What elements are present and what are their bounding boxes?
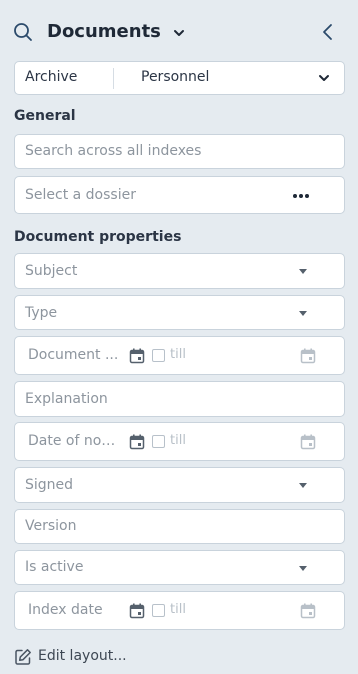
- calendar-icon[interactable]: [300, 434, 316, 450]
- calendar-icon[interactable]: [129, 434, 145, 450]
- subject-placeholder: Subject: [25, 263, 78, 279]
- chevron-down-icon[interactable]: [317, 71, 331, 85]
- caret-down-icon: [299, 566, 307, 571]
- archive-value: Personnel: [141, 69, 210, 85]
- calendar-icon[interactable]: [129, 603, 145, 619]
- type-placeholder: Type: [25, 305, 58, 321]
- till-label: till: [170, 602, 186, 617]
- date-of-notice-placeholder: Date of not...: [28, 433, 120, 449]
- chevron-left-icon[interactable]: [318, 22, 338, 42]
- type-select[interactable]: Type: [14, 295, 345, 330]
- checkbox-icon[interactable]: [152, 349, 165, 362]
- caret-down-icon: [299, 311, 307, 316]
- dossier-select[interactable]: Select a dossier: [14, 176, 345, 214]
- index-date-range[interactable]: Index date till: [14, 591, 345, 630]
- is-active-select[interactable]: Is active: [14, 550, 345, 585]
- caret-down-icon: [299, 483, 307, 488]
- version-input[interactable]: Version: [14, 509, 345, 544]
- document-date-range[interactable]: Document ... till: [14, 336, 345, 375]
- is-active-placeholder: Is active: [25, 559, 84, 575]
- subject-select[interactable]: Subject: [14, 253, 345, 289]
- signed-placeholder: Signed: [25, 477, 74, 493]
- explanation-placeholder: Explanation: [25, 391, 108, 407]
- calendar-icon[interactable]: [129, 348, 145, 364]
- checkbox-icon[interactable]: [152, 435, 165, 448]
- calendar-icon[interactable]: [300, 603, 316, 619]
- panel-title[interactable]: Documents: [47, 21, 161, 42]
- general-heading: General: [14, 108, 76, 124]
- explanation-input[interactable]: Explanation: [14, 381, 345, 417]
- caret-down-icon: [299, 269, 307, 274]
- checkbox-icon[interactable]: [152, 604, 165, 617]
- calendar-icon[interactable]: [300, 348, 316, 364]
- dossier-placeholder: Select a dossier: [25, 187, 136, 203]
- search-icon[interactable]: [13, 22, 33, 42]
- till-label: till: [170, 347, 186, 362]
- date-of-notice-range[interactable]: Date of not... till: [14, 422, 345, 461]
- document-properties-heading: Document properties: [14, 229, 182, 245]
- panel-header: Documents: [0, 14, 358, 50]
- edit-layout-button[interactable]: Edit layout...: [14, 645, 144, 667]
- divider: [113, 68, 114, 89]
- version-placeholder: Version: [25, 518, 77, 534]
- edit-icon: [15, 649, 31, 665]
- more-horizontal-icon[interactable]: [293, 194, 309, 198]
- archive-select[interactable]: Archive Personnel: [14, 61, 345, 95]
- index-date-placeholder: Index date: [28, 602, 103, 618]
- document-date-placeholder: Document ...: [28, 347, 119, 363]
- till-label: till: [170, 433, 186, 448]
- search-input[interactable]: Search across all indexes: [14, 134, 345, 169]
- chevron-down-icon[interactable]: [172, 26, 186, 40]
- signed-select[interactable]: Signed: [14, 467, 345, 503]
- edit-layout-label: Edit layout...: [38, 648, 127, 664]
- archive-label: Archive: [25, 69, 78, 85]
- search-placeholder: Search across all indexes: [25, 143, 202, 159]
